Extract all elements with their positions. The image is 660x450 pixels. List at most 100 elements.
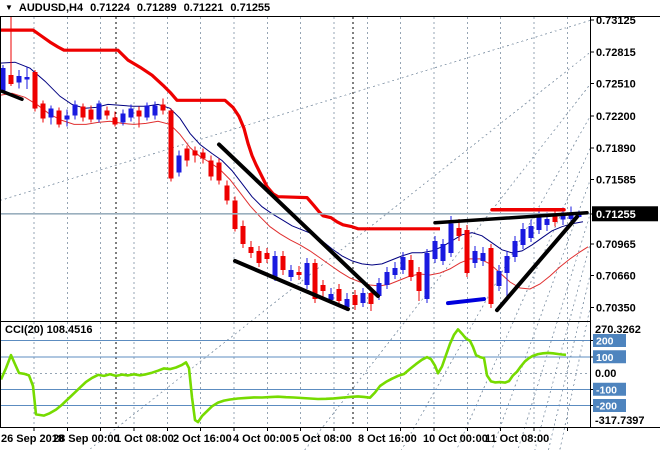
candle-body — [8, 75, 14, 85]
cci-level-badge-text: -100 — [596, 384, 617, 396]
candle-body — [368, 293, 374, 305]
candle-body — [528, 225, 534, 238]
candle-body — [280, 255, 286, 270]
candle-body — [120, 113, 126, 123]
trailing-stop-line — [0, 28, 440, 231]
blue-support-segment[interactable] — [446, 297, 486, 306]
ma-layer — [0, 61, 589, 290]
candle-body — [24, 77, 30, 80]
cci-level-badge-text: -200 — [596, 401, 617, 413]
candle-body — [464, 229, 470, 273]
candle-body — [216, 162, 222, 181]
cci-zero-label: 0.00 — [595, 368, 616, 380]
candle-body — [240, 225, 246, 244]
candle-body — [336, 289, 342, 302]
candle-body — [104, 110, 110, 116]
candle-body — [544, 218, 550, 225]
candle-body — [208, 160, 214, 177]
candle-body — [424, 252, 430, 300]
candle-body — [72, 104, 78, 116]
price-scale: 0.73125 0.72815 0.72510 0.72200 0.71890 0.715… — [590, 15, 658, 427]
candle-body — [136, 110, 142, 117]
candle-body — [192, 150, 198, 156]
candle-body — [304, 262, 310, 285]
candle-body — [96, 103, 102, 120]
price-axis-label: 0.72200 — [596, 111, 636, 123]
candles-layer — [0, 16, 582, 312]
cci-line — [0, 328, 567, 424]
price-chart-canvas[interactable]: 0.73125 0.72815 0.72510 0.72200 0.71890 0.715… — [0, 0, 660, 450]
price-axis-label: 0.70965 — [596, 239, 636, 251]
candle-body — [200, 152, 206, 159]
candle-body — [128, 108, 134, 118]
candle-body — [248, 246, 254, 253]
candle-body — [512, 240, 518, 257]
candle-body — [520, 228, 526, 245]
candle-body — [296, 271, 302, 276]
time-axis-label: 5 Oct 08:00 — [293, 433, 352, 445]
candle-body — [272, 255, 278, 277]
grid-layer — [0, 17, 591, 450]
candle-body — [176, 155, 182, 173]
candle-body — [168, 110, 174, 179]
candle-body — [160, 104, 166, 111]
candle-body — [496, 270, 502, 287]
upper-band-line — [0, 61, 584, 266]
candle-body — [56, 110, 62, 125]
candle-body — [64, 115, 70, 120]
candle-body — [392, 267, 398, 276]
candle-body — [320, 284, 326, 292]
candle-body — [184, 148, 190, 161]
candle-body — [144, 105, 150, 118]
candle-body — [288, 269, 294, 277]
candle-body — [416, 271, 422, 292]
candle-body — [480, 252, 486, 261]
candle-body — [48, 108, 54, 118]
cci-level-badge-text: 100 — [596, 352, 614, 364]
price-axis-label: 0.70350 — [596, 303, 636, 315]
h-gridline — [304, 84, 591, 450]
candle-body — [264, 252, 270, 259]
chart-window: ▼ AUDUSD,H4 0.71224 0.71289 0.71221 0.71… — [0, 0, 660, 450]
time-scale: 26 Sep 201828 Sep 00:001 Oct 08:00 2 Oct … — [1, 427, 568, 445]
candle-body — [88, 109, 94, 120]
h-gridline — [491, 180, 591, 450]
cci-indicator-label: CCI(20) 108.4516 — [5, 324, 93, 336]
candle-body — [432, 240, 438, 259]
time-axis-label: 28 Sep 00:00 — [53, 433, 120, 445]
candle-body — [352, 295, 358, 306]
candle-body — [224, 185, 230, 201]
candle-body — [456, 227, 462, 236]
price-axis-label: 0.70660 — [596, 270, 636, 282]
candle-body — [40, 103, 46, 119]
candle-body — [536, 215, 542, 230]
candle-body — [448, 223, 454, 253]
candle-body — [408, 259, 414, 277]
candle-body — [112, 117, 118, 125]
cci-level-badge-text: 200 — [596, 336, 614, 348]
candle-body — [80, 106, 86, 118]
candle-body — [472, 250, 478, 263]
candle-body — [256, 250, 262, 263]
price-axis-label: 0.71890 — [596, 143, 636, 155]
candle-body — [504, 255, 510, 273]
time-axis-label: 4 Oct 00:00 — [233, 433, 292, 445]
time-axis-label: 2 Oct 16:00 — [173, 433, 232, 445]
h-gridline — [455, 148, 591, 450]
candle-body — [232, 200, 238, 229]
chart-frame — [0, 16, 660, 428]
candle-body — [360, 293, 366, 304]
candle-body — [440, 243, 446, 261]
time-axis-label: 10 Oct 00:00 — [423, 433, 488, 445]
time-axis-label: 11 Oct 08:00 — [485, 433, 549, 445]
cci-levels-layer — [0, 340, 590, 406]
price-axis-label: 0.71585 — [596, 175, 636, 187]
price-axis-label: 0.72510 — [596, 79, 636, 91]
price-axis-label: 0.72815 — [596, 47, 636, 59]
time-axis-label: 8 Oct 16:00 — [358, 433, 417, 445]
candle-body — [0, 68, 6, 91]
candle-body — [488, 247, 494, 305]
candle-body — [152, 105, 158, 116]
time-axis-label: 1 Oct 08:00 — [115, 433, 174, 445]
cci-min-label: -317.7397 — [595, 415, 645, 427]
